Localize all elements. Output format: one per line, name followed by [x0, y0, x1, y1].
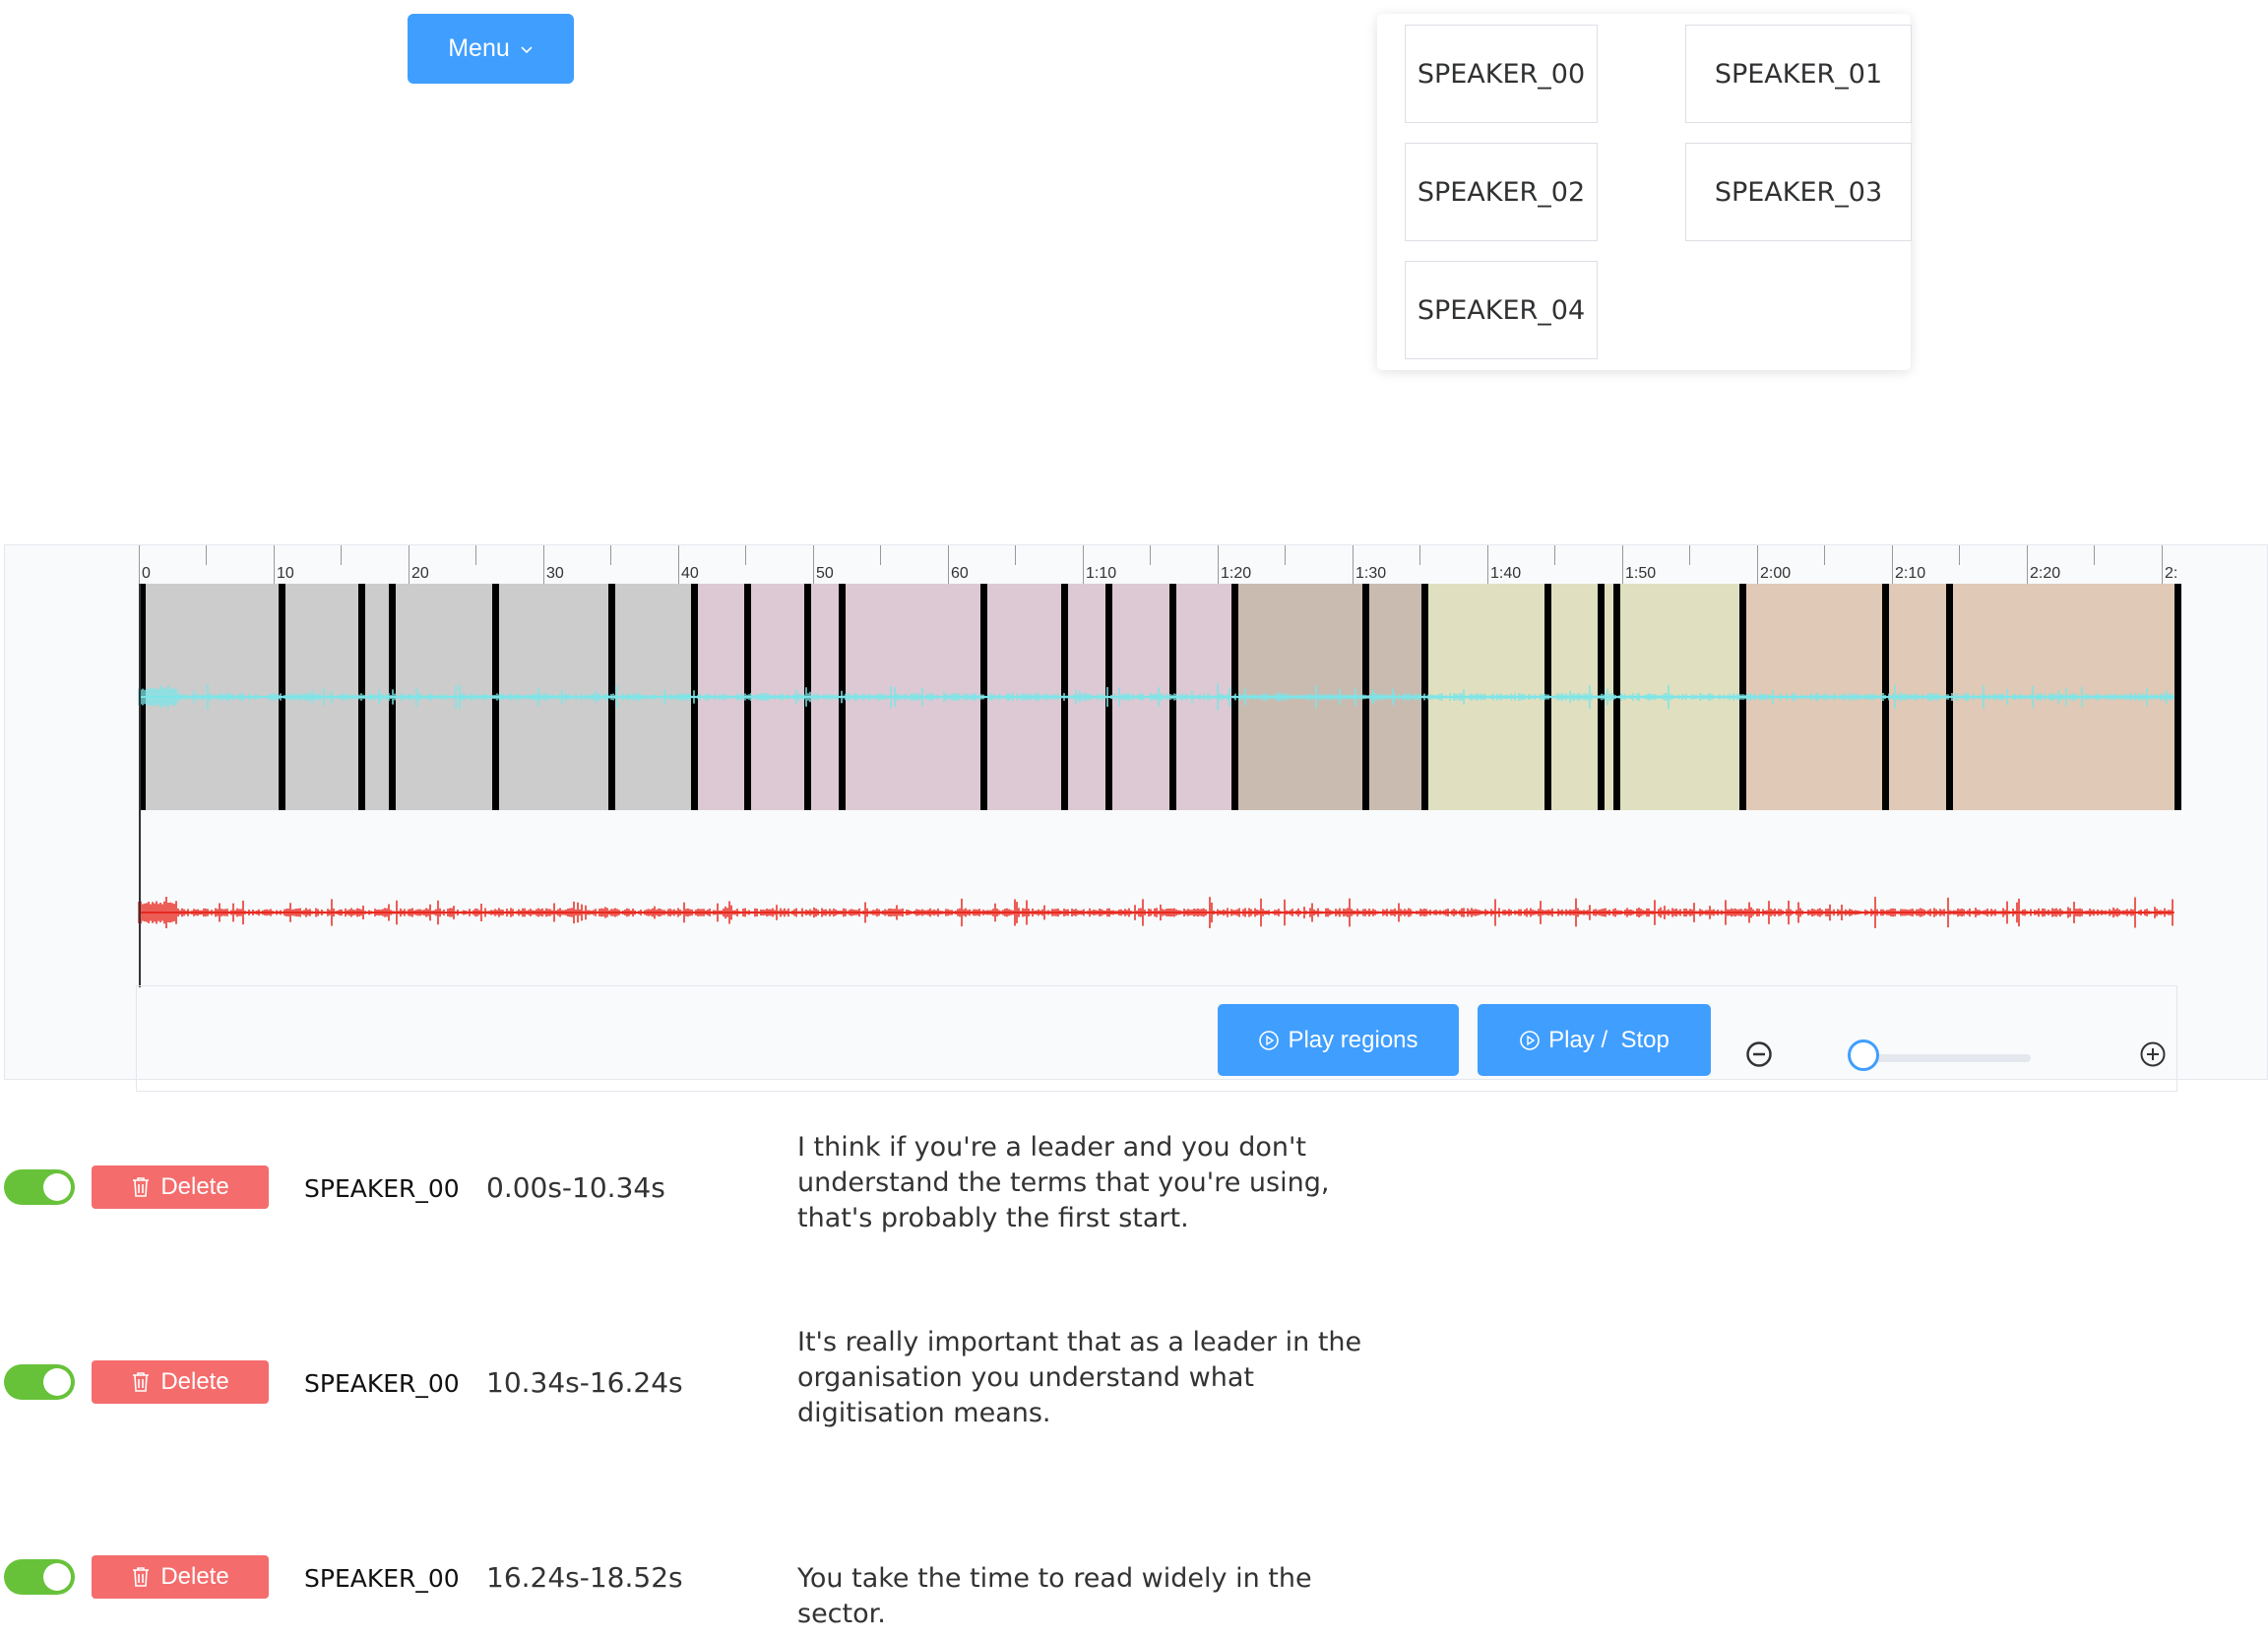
- timeline-major-tick: [1757, 545, 1758, 585]
- delete-button[interactable]: Delete: [92, 1166, 269, 1209]
- zoom-out-icon[interactable]: [1745, 1040, 1773, 1068]
- timeline-major-tick: [1487, 545, 1488, 585]
- speaker-button-04[interactable]: SPEAKER_04: [1405, 261, 1598, 359]
- trash-icon: [133, 1567, 150, 1587]
- timeline-label: 50: [816, 565, 834, 582]
- timeline-minor-tick: [880, 545, 881, 565]
- timeline-minor-tick: [1015, 545, 1016, 565]
- play-circle-icon: [1520, 1030, 1540, 1050]
- segment-toggle[interactable]: [4, 1559, 75, 1595]
- timeline-minor-tick: [1689, 545, 1690, 565]
- timeline-label: 2:10: [1895, 565, 1926, 582]
- timeline-minor-tick: [475, 545, 476, 565]
- playhead-cursor[interactable]: [139, 584, 141, 987]
- delete-button[interactable]: Delete: [92, 1360, 269, 1404]
- segment-speaker: SPEAKER_00: [304, 1369, 460, 1398]
- timeline-label: 1:40: [1490, 565, 1522, 582]
- timeline-minor-tick: [341, 545, 342, 565]
- toggle-knob: [43, 1173, 71, 1201]
- segment-text[interactable]: You take the time to read widely in the …: [797, 1561, 1388, 1632]
- waveform-top[interactable]: [5, 584, 2268, 810]
- timeline-label: 60: [951, 565, 969, 582]
- timeline-label: 10: [277, 565, 294, 582]
- control-bar: [136, 985, 2177, 1092]
- timeline-major-tick: [1218, 545, 1219, 585]
- toggle-knob: [43, 1563, 71, 1591]
- timeline-major-tick: [2162, 545, 2163, 585]
- segment-toggle[interactable]: [4, 1364, 75, 1400]
- chevron-down-icon: [521, 45, 533, 53]
- timeline-major-tick: [948, 545, 949, 585]
- delete-button[interactable]: Delete: [92, 1555, 269, 1599]
- play-regions-button[interactable]: Play regions: [1218, 1004, 1459, 1076]
- delete-label: Delete: [160, 1368, 229, 1395]
- play-stop-label: Play / Stop: [1548, 1026, 1670, 1053]
- segment-text[interactable]: It's really important that as a leader i…: [797, 1325, 1388, 1431]
- delete-label: Delete: [160, 1563, 229, 1590]
- play-circle-icon: [1259, 1030, 1280, 1050]
- waveform-bottom[interactable]: [5, 841, 2268, 988]
- speaker-button-03[interactable]: SPEAKER_03: [1685, 143, 1912, 241]
- timeline-minor-tick: [1959, 545, 1960, 565]
- timeline-label: 1:20: [1221, 565, 1252, 582]
- timeline-minor-tick: [2094, 545, 2095, 565]
- timeline-major-tick: [139, 545, 140, 585]
- play-regions-label: Play regions: [1288, 1026, 1418, 1053]
- timeline-major-tick: [1892, 545, 1893, 585]
- timeline-minor-tick: [610, 545, 611, 565]
- timeline-label: 2:00: [1760, 565, 1792, 582]
- segment-row: Delete SPEAKER_00 10.34s-16.24s It's rea…: [0, 1325, 2268, 1443]
- timeline-label: 2:: [2165, 565, 2178, 582]
- toggle-knob: [43, 1368, 71, 1396]
- speaker-button-00[interactable]: SPEAKER_00: [1405, 25, 1598, 123]
- timeline-label: 1:50: [1625, 565, 1657, 582]
- timeline-label: 0: [142, 565, 151, 582]
- segment-speaker: SPEAKER_00: [304, 1564, 460, 1593]
- trash-icon: [133, 1372, 150, 1392]
- timeline-major-tick: [813, 545, 814, 585]
- speaker-button-02[interactable]: SPEAKER_02: [1405, 143, 1598, 241]
- timeline-major-tick: [1083, 545, 1084, 585]
- timeline-major-tick: [2027, 545, 2028, 585]
- timeline: 0 10 20 30 40 50 60 1:10 1:20 1:30 1:40 1:50 2:00 2:1…: [5, 545, 2268, 585]
- trash-icon: [133, 1177, 150, 1197]
- play-stop-button[interactable]: Play / Stop: [1478, 1004, 1711, 1076]
- segment-time: 0.00s-10.34s: [486, 1171, 665, 1204]
- menu-button[interactable]: Menu: [408, 14, 574, 84]
- segment-row: Delete SPEAKER_00 16.24s-18.52s You take…: [0, 1520, 2268, 1638]
- speaker-button-01[interactable]: SPEAKER_01: [1685, 25, 1912, 123]
- delete-label: Delete: [160, 1173, 229, 1200]
- segment-row: Delete SPEAKER_00 0.00s-10.34s I think i…: [0, 1130, 2268, 1248]
- segment-text[interactable]: I think if you're a leader and you don't…: [797, 1130, 1388, 1236]
- segment-time: 16.24s-18.52s: [486, 1561, 683, 1594]
- timeline-major-tick: [274, 545, 275, 585]
- segment-speaker: SPEAKER_00: [304, 1174, 460, 1203]
- timeline-label: 2:20: [2030, 565, 2061, 582]
- zoom-slider-handle[interactable]: [1848, 1040, 1879, 1071]
- segment-time: 10.34s-16.24s: [486, 1366, 683, 1399]
- timeline-minor-tick: [745, 545, 746, 565]
- timeline-major-tick: [1353, 545, 1354, 585]
- timeline-minor-tick: [1285, 545, 1286, 565]
- timeline-minor-tick: [1419, 545, 1420, 565]
- timeline-label: 40: [681, 565, 699, 582]
- timeline-label: 20: [411, 565, 429, 582]
- menu-label: Menu: [448, 34, 510, 62]
- timeline-major-tick: [678, 545, 679, 585]
- zoom-slider-track[interactable]: [1865, 1054, 2031, 1062]
- timeline-major-tick: [409, 545, 410, 585]
- timeline-minor-tick: [1554, 545, 1555, 565]
- timeline-minor-tick: [1824, 545, 1825, 565]
- timeline-label: 30: [546, 565, 564, 582]
- timeline-label: 1:30: [1355, 565, 1387, 582]
- timeline-minor-tick: [206, 545, 207, 565]
- timeline-label: 1:10: [1086, 565, 1117, 582]
- zoom-in-icon[interactable]: [2139, 1040, 2167, 1068]
- segment-toggle[interactable]: [4, 1169, 75, 1205]
- timeline-minor-tick: [1150, 545, 1151, 565]
- timeline-major-tick: [1622, 545, 1623, 585]
- timeline-major-tick: [543, 545, 544, 585]
- speaker-selector-panel: SPEAKER_00 SPEAKER_01 SPEAKER_02 SPEAKER…: [1377, 14, 1912, 370]
